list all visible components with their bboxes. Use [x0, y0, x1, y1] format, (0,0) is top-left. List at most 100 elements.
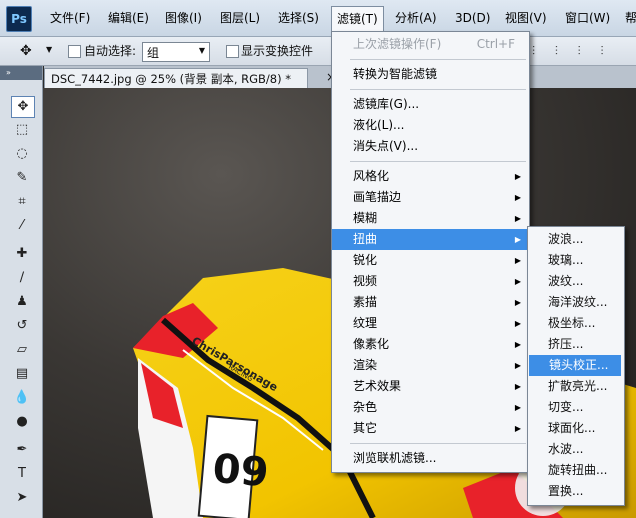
menu-file[interactable]: 文件(F): [45, 8, 95, 28]
distort-ripple-item[interactable]: 波纹...: [528, 271, 622, 292]
distort-lens-correction-item[interactable]: 镜头校正...: [529, 355, 621, 376]
tools-panel: » ✥ ⬚ ◌ ✎ ⌗ ⁄ ✚ ∕ ♟ ↺ ▱ ▤ 💧 ● ✒ T ➤: [0, 66, 43, 518]
filter-sharpen-item[interactable]: 锐化 ▶: [332, 250, 529, 271]
filter-pixelate-item[interactable]: 像素化 ▶: [332, 334, 529, 355]
clone-stamp-tool-icon[interactable]: ♟: [11, 292, 33, 312]
filter-artistic-item[interactable]: 艺术效果 ▶: [332, 376, 529, 397]
filter-category-label: 模糊: [353, 211, 378, 225]
filter-texture-item[interactable]: 纹理 ▶: [332, 313, 529, 334]
eyedropper-tool-icon[interactable]: ⁄: [11, 216, 33, 236]
brush-tool-icon[interactable]: ∕: [11, 268, 33, 288]
boat-number: 09: [211, 446, 270, 497]
distort-ocean-ripple-item[interactable]: 海洋波纹...: [528, 292, 622, 313]
filter-category-label: 画笔描边: [353, 190, 402, 204]
lasso-tool-icon[interactable]: ◌: [11, 144, 33, 164]
crop-tool-icon[interactable]: ⌗: [11, 192, 33, 212]
submenu-arrow-icon: ▶: [514, 361, 521, 370]
distort-zigzag-item[interactable]: 水波...: [528, 439, 622, 460]
filter-convert-smart-item[interactable]: 转换为智能滤镜: [332, 64, 529, 85]
menu-layer[interactable]: 图层(L): [215, 8, 265, 28]
last-filter-shortcut: Ctrl+F: [476, 37, 515, 51]
menu-separator: [350, 59, 526, 60]
submenu-arrow-icon: ▶: [514, 298, 521, 307]
show-transform-label: 显示变换控件: [241, 44, 314, 58]
filter-vanishing-point-item[interactable]: 消失点(V)...: [332, 136, 529, 157]
photoshop-logo: Ps: [6, 6, 32, 32]
filter-last-filter-item[interactable]: 上次滤镜操作(F) Ctrl+F: [332, 34, 529, 55]
filter-gallery-item[interactable]: 滤镜库(G)...: [332, 94, 529, 115]
history-brush-tool-icon[interactable]: ↺: [11, 316, 33, 336]
distort-spherize-item[interactable]: 球面化...: [528, 418, 622, 439]
filter-distort-item[interactable]: 扭曲 ▶: [332, 229, 529, 250]
menu-image[interactable]: 图像(I): [160, 8, 207, 28]
distort-wave-item[interactable]: 波浪...: [528, 229, 622, 250]
filter-category-label: 像素化: [353, 337, 390, 351]
move-tool-icon[interactable]: ✥: [11, 96, 35, 118]
menu-window[interactable]: 窗口(W): [560, 8, 615, 28]
filter-sketch-item[interactable]: 素描 ▶: [332, 292, 529, 313]
menu-3d[interactable]: 3D(D): [450, 8, 495, 28]
filter-liquify-item[interactable]: 液化(L)...: [332, 115, 529, 136]
show-transform-checkbox[interactable]: [226, 45, 239, 58]
filter-category-label: 扭曲: [353, 232, 378, 246]
menu-view[interactable]: 视图(V): [500, 8, 552, 28]
distort-shear-item[interactable]: 切变...: [528, 397, 622, 418]
document-tab[interactable]: DSC_7442.jpg @ 25% (背景 副本, RGB/8) *: [44, 68, 308, 89]
path-select-tool-icon[interactable]: ➤: [11, 488, 33, 508]
distort-glass-item[interactable]: 玻璃...: [528, 250, 622, 271]
dodge-tool-icon[interactable]: ●: [11, 412, 33, 432]
filter-render-item[interactable]: 渲染 ▶: [332, 355, 529, 376]
marquee-tool-icon[interactable]: ⬚: [11, 120, 33, 140]
filter-category-label: 艺术效果: [353, 379, 402, 393]
menu-separator: [350, 161, 526, 162]
last-filter-label: 上次滤镜操作(F): [353, 37, 442, 51]
filter-brush-strokes-item[interactable]: 画笔描边 ▶: [332, 187, 529, 208]
submenu-arrow-icon: ▶: [514, 256, 521, 265]
filter-category-label: 锐化: [353, 253, 378, 267]
tools-collapse-toggle[interactable]: »: [0, 66, 42, 80]
filter-menu: 上次滤镜操作(F) Ctrl+F 转换为智能滤镜 滤镜库(G)... 液化(L)…: [331, 31, 530, 473]
filter-category-label: 其它: [353, 421, 378, 435]
submenu-arrow-icon: ▶: [514, 424, 521, 433]
submenu-arrow-icon: ▶: [514, 277, 521, 286]
menu-bar: Ps 文件(F) 编辑(E) 图像(I) 图层(L) 选择(S) 滤镜(T) 分…: [0, 0, 636, 37]
menu-edit[interactable]: 编辑(E): [103, 8, 154, 28]
eraser-tool-icon[interactable]: ▱: [11, 340, 33, 360]
submenu-arrow-icon: ▶: [514, 214, 521, 223]
healing-brush-tool-icon[interactable]: ✚: [11, 244, 33, 264]
filter-browse-online-item[interactable]: 浏览联机滤镜...: [332, 448, 529, 469]
filter-video-item[interactable]: 视频 ▶: [332, 271, 529, 292]
filter-category-label: 风格化: [353, 169, 390, 183]
pen-tool-icon[interactable]: ✒: [11, 440, 33, 460]
auto-select-dropdown[interactable]: 组 ▼: [142, 42, 210, 62]
filter-noise-item[interactable]: 杂色 ▶: [332, 397, 529, 418]
distort-displace-item[interactable]: 置换...: [528, 481, 622, 502]
distort-twirl-item[interactable]: 旋转扭曲...: [528, 460, 622, 481]
distort-diffuse-glow-item[interactable]: 扩散亮光...: [528, 376, 622, 397]
type-tool-icon[interactable]: T: [11, 464, 33, 484]
options-bar: ✥ ▼ 自动选择: 组 ▼ 显示变换控件 ⫶ ⫶ ⫶ ⫶: [0, 37, 636, 66]
filter-category-label: 渲染: [353, 358, 378, 372]
align-distribute-icon[interactable]: ⫶ ⫶ ⫶ ⫶: [532, 44, 611, 59]
blur-tool-icon[interactable]: 💧: [11, 388, 33, 408]
filter-stylize-item[interactable]: 风格化 ▶: [332, 166, 529, 187]
filter-category-label: 纹理: [353, 316, 378, 330]
menu-select[interactable]: 选择(S): [273, 8, 324, 28]
submenu-arrow-icon: ▶: [514, 382, 521, 391]
distort-pinch-item[interactable]: 挤压...: [528, 334, 622, 355]
gradient-tool-icon[interactable]: ▤: [11, 364, 33, 384]
submenu-arrow-icon: ▶: [514, 193, 521, 202]
filter-category-label: 视频: [353, 274, 378, 288]
auto-select-value: 组: [147, 46, 160, 60]
auto-select-checkbox[interactable]: [68, 45, 81, 58]
move-tool-icon[interactable]: ✥: [20, 43, 32, 59]
distort-polar-coordinates-item[interactable]: 极坐标...: [528, 313, 622, 334]
menu-help[interactable]: 帮: [620, 8, 636, 28]
tool-preset-caret-icon[interactable]: ▼: [46, 45, 52, 54]
filter-blur-item[interactable]: 模糊 ▶: [332, 208, 529, 229]
submenu-arrow-icon: ▶: [514, 340, 521, 349]
filter-category-label: 素描: [353, 295, 378, 309]
menu-analysis[interactable]: 分析(A): [390, 8, 442, 28]
filter-other-item[interactable]: 其它 ▶: [332, 418, 529, 439]
quick-select-tool-icon[interactable]: ✎: [11, 168, 33, 188]
